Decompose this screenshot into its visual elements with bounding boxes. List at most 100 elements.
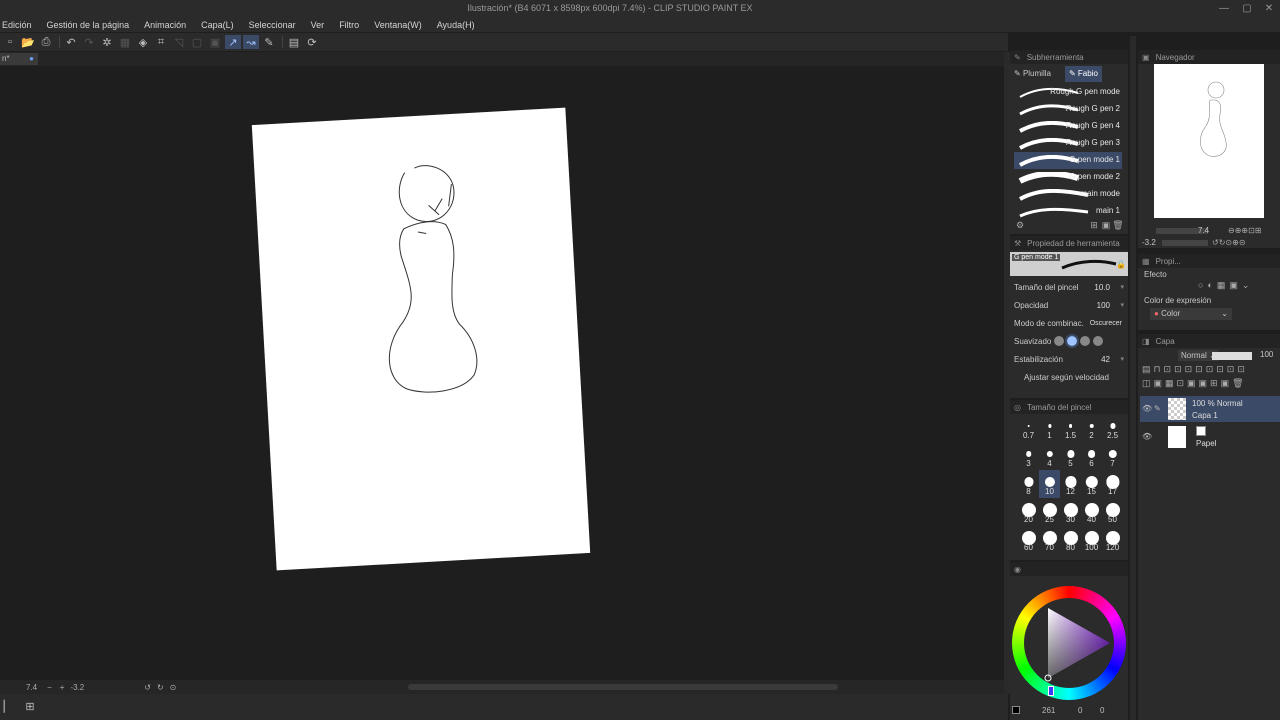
maximize-button[interactable]: ▢ [1238, 1, 1256, 17]
brush-size-option[interactable]: 5 [1060, 442, 1081, 470]
brush-size-option[interactable]: 0.7 [1018, 414, 1039, 442]
invert-selection-icon[interactable]: ▣ [207, 35, 223, 49]
brush-item[interactable]: Rough G pen 3 [1014, 135, 1122, 152]
deselect-icon[interactable]: ▢ [189, 35, 205, 49]
canvas-area[interactable] [0, 66, 1004, 680]
brush-item[interactable]: main 1 [1014, 203, 1122, 220]
snap-ruler-icon[interactable]: ↗ [225, 35, 241, 49]
zoom-out-icon[interactable]: − [47, 683, 52, 692]
close-button[interactable]: ✕ [1260, 1, 1278, 17]
menu-animacion[interactable]: Animación [144, 20, 186, 30]
brush-size-option[interactable]: 80 [1060, 526, 1081, 554]
redo-icon[interactable]: ↷ [81, 35, 97, 49]
brush-size-option[interactable]: 4 [1039, 442, 1060, 470]
navigator-angle-value[interactable]: -3.2 [1142, 238, 1156, 247]
layer-row-capa-1[interactable]: 👁 ✎ 100 % Normal Capa 1 [1140, 396, 1280, 422]
clipboard-icon[interactable]: ▤ [286, 35, 302, 49]
brush-size-option[interactable]: 3 [1018, 442, 1039, 470]
menu-capa[interactable]: Capa(L) [201, 20, 234, 30]
stepper-icon[interactable]: ▾ [1120, 283, 1124, 291]
layer-row-papel[interactable]: 👁 Papel [1140, 424, 1280, 450]
brush-size-option[interactable]: 10 [1039, 470, 1060, 498]
layer-actions-row[interactable]: ◫▣▦⊡▣▣⊞▣🗑 [1142, 378, 1247, 389]
brush-size-option[interactable]: 1.5 [1060, 414, 1081, 442]
brush-item[interactable]: main mode [1014, 186, 1122, 203]
menu-filtro[interactable]: Filtro [339, 20, 359, 30]
tab-fabio[interactable]: ✎ Fabio [1064, 66, 1102, 82]
main-color-swatch[interactable] [1012, 706, 1020, 714]
snap-special-ruler-icon[interactable]: ↝ [243, 35, 259, 49]
prop-value[interactable]: 42 [1101, 355, 1110, 364]
layer-icon[interactable]: ▏ [0, 699, 16, 715]
brush-size-option[interactable]: 2.5 [1102, 414, 1123, 442]
stepper-icon[interactable]: ▾ [1120, 301, 1124, 309]
layer-opacity-value[interactable]: 100 [1260, 350, 1273, 359]
document-tab[interactable]: n* ● [0, 53, 38, 65]
antialias-strong-icon[interactable] [1093, 336, 1103, 346]
clear-icon[interactable]: ✲ [99, 35, 115, 49]
navigator-zoom-value[interactable]: 7.4 [1198, 226, 1209, 235]
crop-icon[interactable]: ⌗ [153, 35, 169, 49]
menu-gestion-pagina[interactable]: Gestión de la página [47, 20, 130, 30]
hue-ring[interactable] [1012, 586, 1126, 700]
delete-subtool-icon[interactable]: 🗑 [1112, 220, 1124, 231]
rotate-left-icon[interactable]: ↺ [144, 683, 151, 692]
stepper-icon[interactable]: ▾ [1120, 355, 1124, 363]
brush-size-option[interactable]: 8 [1018, 470, 1039, 498]
brush-size-option[interactable]: 17 [1102, 470, 1123, 498]
help-icon[interactable]: ⟳ [304, 35, 320, 49]
zoom-readout[interactable]: 7.4 [26, 683, 37, 692]
menu-seleccionar[interactable]: Seleccionar [249, 20, 296, 30]
brush-size-option[interactable]: 25 [1039, 498, 1060, 526]
column-splitter[interactable] [1130, 36, 1136, 720]
hue-handle[interactable] [1048, 686, 1054, 696]
brush-size-option[interactable]: 40 [1081, 498, 1102, 526]
brush-item[interactable]: Rough G pen 2 [1014, 101, 1122, 118]
antialias-weak-icon[interactable] [1065, 334, 1079, 348]
brush-size-option[interactable]: 100 [1081, 526, 1102, 554]
navigator-zoom-controls[interactable]: ⊖⊕⊕⊡⊞ [1228, 226, 1262, 235]
brush-size-option[interactable]: 15 [1081, 470, 1102, 498]
lock-icon[interactable]: 🔒 [1116, 260, 1126, 269]
minimize-button[interactable]: — [1215, 1, 1233, 17]
clear-outside-icon[interactable]: ▦ [117, 35, 133, 49]
brush-size-option[interactable]: 7 [1102, 442, 1123, 470]
navigator-angle-slider[interactable] [1162, 240, 1208, 246]
copy-subtool-icon[interactable]: ⊞ [1088, 220, 1100, 231]
prop-value[interactable]: Oscurecer [1090, 320, 1122, 327]
pen-settings-icon[interactable]: ✎ [261, 35, 277, 49]
undo-icon[interactable]: ↶ [63, 35, 79, 49]
effect-icons[interactable]: ○◐▦▣⌄ [1198, 280, 1253, 291]
prop-antialiasing[interactable]: Suavizado [1010, 332, 1128, 350]
brush-size-option[interactable]: 30 [1060, 498, 1081, 526]
brush-size-option[interactable]: 60 [1018, 526, 1039, 554]
brush-size-option[interactable]: 50 [1102, 498, 1123, 526]
angle-readout[interactable]: -3.2 [70, 683, 84, 692]
menu-ayuda[interactable]: Ayuda(H) [437, 20, 475, 30]
layer-opacity-slider[interactable] [1212, 352, 1252, 360]
menu-ventana[interactable]: Ventana(W) [374, 20, 422, 30]
brush-item-selected[interactable]: G pen mode 1 [1014, 152, 1122, 169]
antialias-options[interactable] [1054, 334, 1103, 348]
zoom-in-icon[interactable]: + [60, 683, 65, 692]
eye-icon[interactable]: 👁 [1142, 432, 1152, 441]
prop-opacity[interactable]: Opacidad 100 ▾ [1010, 296, 1128, 314]
navigator-rotate-controls[interactable]: ↺↻⊙⊕⊝ [1212, 238, 1246, 247]
paper[interactable] [251, 107, 591, 571]
new-subtool-icon[interactable]: ▣ [1100, 220, 1112, 231]
transform-icon[interactable]: ◹ [171, 35, 187, 49]
brush-item[interactable]: Rough G pen 4 [1014, 118, 1122, 135]
prop-value[interactable]: 100 [1097, 301, 1110, 310]
save-icon[interactable]: ⎙ [38, 35, 54, 49]
expression-color-select[interactable]: ● Color ⌄ [1150, 308, 1232, 320]
antialias-medium-icon[interactable] [1080, 336, 1090, 346]
close-tab-icon[interactable]: ● [29, 53, 34, 65]
navigator-thumbnail[interactable] [1154, 64, 1264, 218]
brush-size-option[interactable]: 120 [1102, 526, 1123, 554]
menu-edicion[interactable]: Edición [2, 20, 32, 30]
prop-brush-size[interactable]: Tamaño del pincel 10.0 ▾ [1010, 278, 1128, 296]
brush-size-option[interactable]: 6 [1081, 442, 1102, 470]
brush-size-option[interactable]: 70 [1039, 526, 1060, 554]
layer-tools-row[interactable]: ▤⊓⊡⊡⊡⊡⊡⊡⊡⊡ [1142, 364, 1248, 375]
brush-size-option[interactable]: 20 [1018, 498, 1039, 526]
